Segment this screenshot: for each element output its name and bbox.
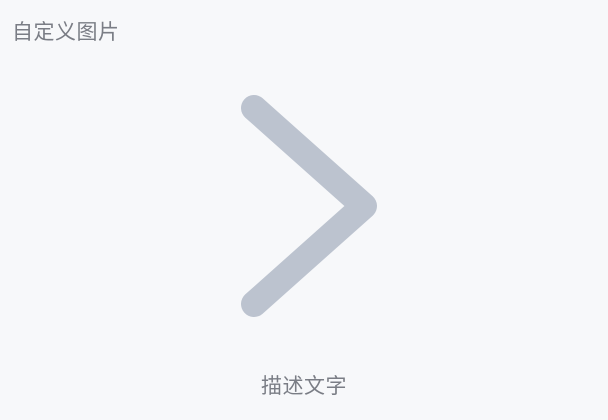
section-title: 自定义图片: [12, 20, 120, 44]
custom-image-demo: 自定义图片 描述文字: [0, 0, 608, 420]
image-caption: 描述文字: [261, 374, 347, 398]
chevron-right-icon[interactable]: [234, 86, 386, 324]
